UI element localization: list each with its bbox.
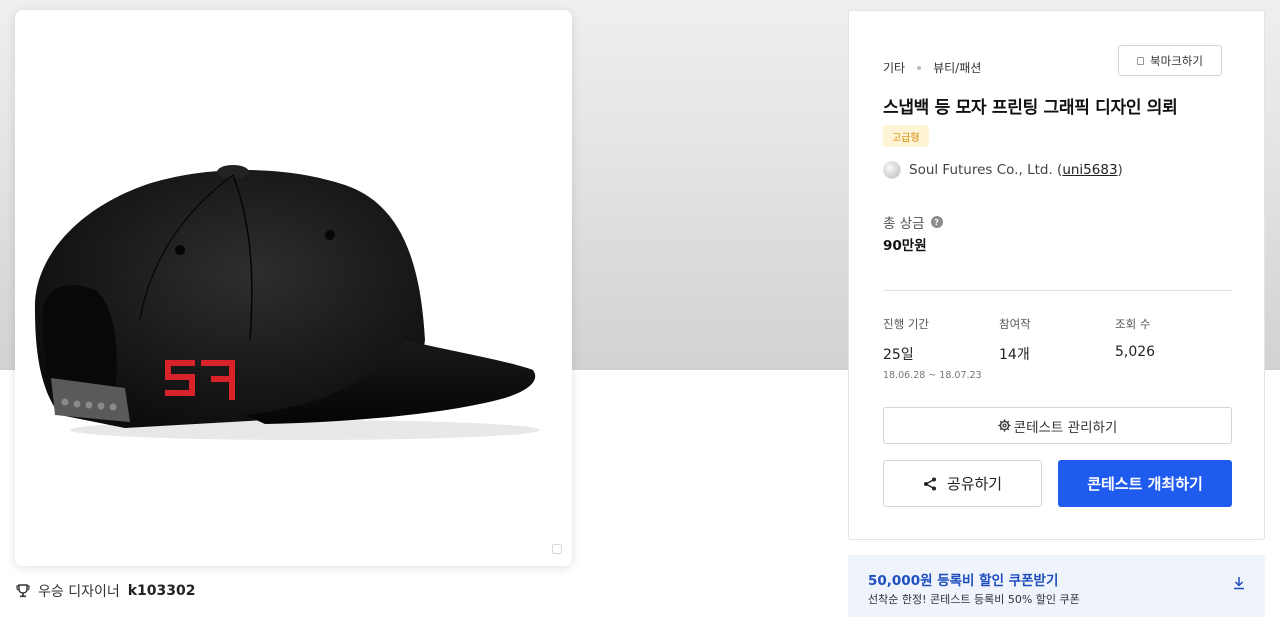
coupon-title: 50,000원 등록비 할인 쿠폰받기 [868,573,1059,589]
company-logo [883,161,901,179]
share-button[interactable]: 공유하기 [883,460,1042,507]
manage-contest-label: 콘테스트 관리하기 [1013,419,1118,436]
winner-label: 우승 디자이너 [38,584,120,600]
grade-badge: 고급형 [883,125,929,147]
stat-entries-value: 14개 [999,347,1030,363]
winner-id[interactable]: k103302 [128,583,196,599]
winner-designer: 우승 디자이너 k103302 [16,581,196,601]
breadcrumb-item-subcategory[interactable]: 뷰티/패션 [933,59,981,76]
company-handle-close: ) [1117,162,1123,178]
company-info: Soul Futures Co., Ltd. (uni5683) [883,161,1123,179]
company-name: Soul Futures Co., Ltd. ( [909,162,1063,178]
prize-label: 총 상금 ? [883,212,943,232]
stat-entries: 참여작 14개 [999,316,1031,364]
prize-value: 90만원 [883,238,927,254]
enlarge-icon[interactable] [552,544,562,554]
help-icon[interactable]: ? [930,216,943,228]
breadcrumb: 기타 뷰티/패션 [883,59,981,76]
breadcrumb-item-category[interactable]: 기타 [883,59,905,76]
bookmark-icon [1137,56,1145,65]
divider [883,290,1232,291]
stat-views-label: 조회 수 [1115,317,1151,331]
stat-period: 진행 기간 25일 18.06.28 ~ 18.07.23 [883,316,982,381]
stat-entries-label: 참여작 [999,317,1031,331]
stat-views-value: 5,026 [1115,344,1156,360]
stat-period-dates: 18.06.28 ~ 18.07.23 [883,370,982,381]
prize-label-text: 총 상금 [883,216,925,232]
contest-title: 스냅백 등 모자 프린팅 그래픽 디자인 의뢰 [883,98,1178,118]
company-handle-link[interactable]: uni5683 [1062,162,1117,178]
share-icon [923,477,936,490]
share-label: 공유하기 [946,475,1003,493]
coupon-banner[interactable]: 50,000원 등록비 할인 쿠폰받기 선착순 한정! 콘테스트 등록비 50%… [848,555,1265,617]
stat-period-value: 25일 [883,347,914,363]
cap-image [34,165,540,440]
download-icon[interactable] [1233,576,1245,590]
manage-contest-button[interactable]: 콘테스트 관리하기 [883,407,1232,444]
product-image-card[interactable] [15,10,572,566]
host-contest-button[interactable]: 콘테스트 개최하기 [1058,460,1232,507]
breadcrumb-separator [917,65,922,70]
coupon-subtitle: 선착순 한정! 콘테스트 등록비 50% 할인 쿠폰 [868,593,1080,606]
stat-period-label: 진행 기간 [883,317,929,331]
bookmark-button[interactable]: 북마크하기 [1118,45,1222,76]
gear-icon [998,419,1011,432]
stat-views: 조회 수 5,026 [1115,316,1155,360]
bookmark-label: 북마크하기 [1150,53,1203,68]
trophy-icon [16,584,30,598]
contest-info-panel: 기타 뷰티/패션 북마크하기 스냅백 등 모자 프린팅 그래픽 디자인 의뢰 고… [848,10,1265,540]
